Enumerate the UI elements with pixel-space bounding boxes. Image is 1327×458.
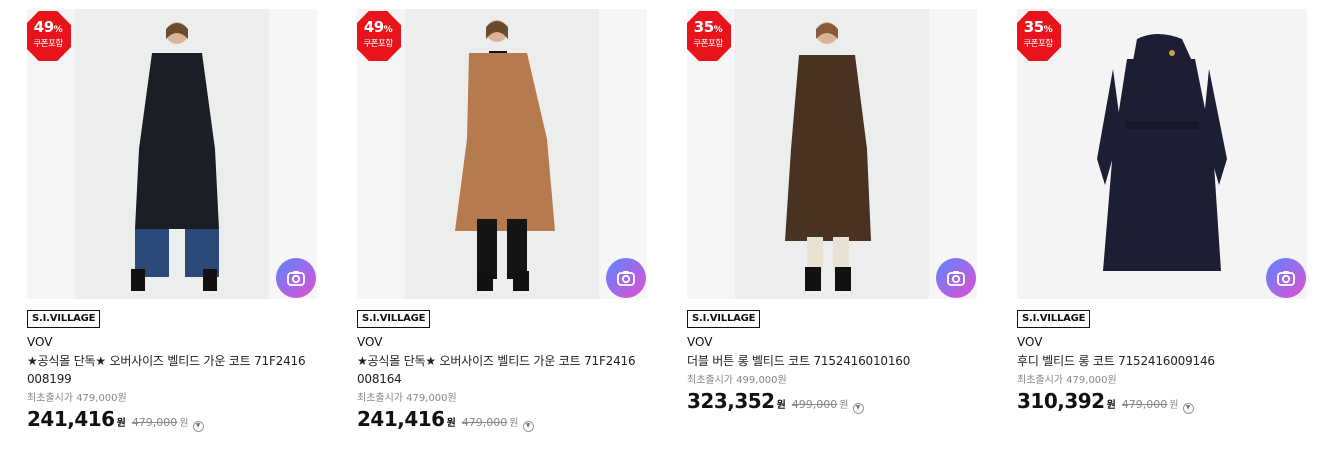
sale-price: 310,392	[1017, 389, 1105, 413]
price-info-icon[interactable]: ▼	[192, 420, 204, 432]
sale-price: 241,416	[357, 407, 445, 431]
discount-badge: 49% 쿠폰포함	[27, 11, 71, 61]
coupon-included-note: 쿠폰포함	[363, 39, 393, 49]
original-price: 479,000	[461, 416, 508, 429]
price-row: 241,416 원 479,000 원 ▼	[357, 407, 647, 432]
sale-price: 241,416	[27, 407, 115, 431]
currency-unit: 원	[1106, 400, 1116, 411]
currency-unit: 원	[116, 418, 126, 429]
price-info-icon[interactable]: ▼	[852, 402, 864, 414]
product-grid: 49% 쿠폰포함 S.I.VILLAGE VOV ★공식몰 단독★ 오버사이즈 …	[0, 0, 1327, 458]
product-photo	[75, 9, 317, 299]
discount-percent: 49	[33, 18, 54, 36]
product-name-line1: 후디 벨티드 롱 코트 7152416009146	[1017, 354, 1215, 368]
brand-name[interactable]: VOV	[27, 335, 317, 350]
discount-percent-sign: %	[53, 25, 63, 35]
discount-percent: 35	[693, 18, 714, 36]
currency-unit: 원	[446, 418, 456, 429]
sale-price: 323,352	[687, 389, 775, 413]
camera-search-button[interactable]	[1266, 258, 1306, 298]
price-row: 241,416 원 479,000 원 ▼	[27, 407, 317, 432]
discount-badge: 35% 쿠폰포함	[687, 11, 731, 61]
brand-name[interactable]: VOV	[1017, 335, 1307, 350]
brand-name[interactable]: VOV	[357, 335, 647, 350]
product-name-line1: 더블 버튼 롱 벨티드 코트 7152416010160	[687, 354, 911, 368]
product-name-line1: ★공식몰 단독★ 오버사이즈 벨티드 가운 코트 71F2416	[357, 354, 636, 368]
camera-icon	[287, 271, 305, 286]
discount-badge: 49% 쿠폰포함	[357, 11, 401, 61]
product-name-line1: ★공식몰 단독★ 오버사이즈 벨티드 가운 코트 71F2416	[27, 354, 306, 368]
product-name[interactable]: ★공식몰 단독★ 오버사이즈 벨티드 가운 코트 71F2416 008199	[27, 352, 317, 388]
product-name[interactable]: 후디 벨티드 롱 코트 7152416009146	[1017, 352, 1307, 370]
discount-percent: 49	[363, 18, 384, 36]
original-price: 479,000	[1121, 398, 1168, 411]
product-photo	[1017, 9, 1307, 299]
price-info-icon[interactable]: ▼	[1182, 402, 1194, 414]
seller-label: S.I.VILLAGE	[1017, 310, 1091, 328]
price-row: 323,352 원 499,000 원 ▼	[687, 389, 977, 414]
discount-percent-sign: %	[713, 25, 723, 35]
camera-icon	[617, 271, 635, 286]
coupon-included-note: 쿠폰포함	[33, 39, 63, 49]
seller-label: S.I.VILLAGE	[27, 310, 101, 328]
product-name[interactable]: 더블 버튼 롱 벨티드 코트 7152416010160	[687, 352, 977, 370]
original-price-unit: 원	[179, 418, 189, 429]
camera-search-button[interactable]	[606, 258, 646, 298]
coupon-included-note: 쿠폰포함	[1023, 39, 1053, 49]
camera-icon	[1277, 271, 1295, 286]
camera-search-button[interactable]	[936, 258, 976, 298]
seller-label: S.I.VILLAGE	[687, 310, 761, 328]
discount-percent: 35	[1023, 18, 1044, 36]
price-row: 310,392 원 479,000 원 ▼	[1017, 389, 1307, 414]
camera-icon	[947, 271, 965, 286]
seller-label: S.I.VILLAGE	[357, 310, 431, 328]
product-image[interactable]: 49% 쿠폰포함	[357, 9, 647, 299]
original-release-price-label: 최초출시가 479,000원	[357, 393, 457, 404]
original-release-price-label: 최초출시가 479,000원	[27, 393, 127, 404]
coupon-included-note: 쿠폰포함	[693, 39, 723, 49]
product-name[interactable]: ★공식몰 단독★ 오버사이즈 벨티드 가운 코트 71F2416 008164	[357, 352, 647, 388]
product-card[interactable]: 35% 쿠폰포함 S.I.VILLAGE VOV 더블 버튼 롱 벨티드 코트 …	[687, 9, 977, 414]
product-card[interactable]: 49% 쿠폰포함 S.I.VILLAGE VOV ★공식몰 단독★ 오버사이즈 …	[357, 9, 647, 432]
price-info-icon[interactable]: ▼	[522, 420, 534, 432]
original-release-price-label: 최초출시가 499,000원	[687, 375, 787, 386]
product-photo	[735, 9, 977, 299]
original-price-unit: 원	[839, 400, 849, 411]
product-image[interactable]: 35% 쿠폰포함	[687, 9, 977, 299]
original-price-unit: 원	[1169, 400, 1179, 411]
product-card[interactable]: 49% 쿠폰포함 S.I.VILLAGE VOV ★공식몰 단독★ 오버사이즈 …	[27, 9, 317, 432]
discount-percent-sign: %	[1043, 25, 1053, 35]
product-photo	[405, 9, 647, 299]
product-image[interactable]: 35% 쿠폰포함	[1017, 9, 1307, 299]
brand-name[interactable]: VOV	[687, 335, 977, 350]
original-release-price-label: 최초출시가 479,000원	[1017, 375, 1117, 386]
product-name-line2: 008199	[27, 372, 72, 386]
discount-badge: 35% 쿠폰포함	[1017, 11, 1061, 61]
product-name-line2: 008164	[357, 372, 402, 386]
camera-search-button[interactable]	[276, 258, 316, 298]
product-image[interactable]: 49% 쿠폰포함	[27, 9, 317, 299]
original-price-unit: 원	[509, 418, 519, 429]
discount-percent-sign: %	[383, 25, 393, 35]
currency-unit: 원	[776, 400, 786, 411]
product-card[interactable]: 35% 쿠폰포함 S.I.VILLAGE VOV 후디 벨티드 롱 코트 715…	[1017, 9, 1307, 414]
original-price: 499,000	[791, 398, 838, 411]
original-price: 479,000	[131, 416, 178, 429]
